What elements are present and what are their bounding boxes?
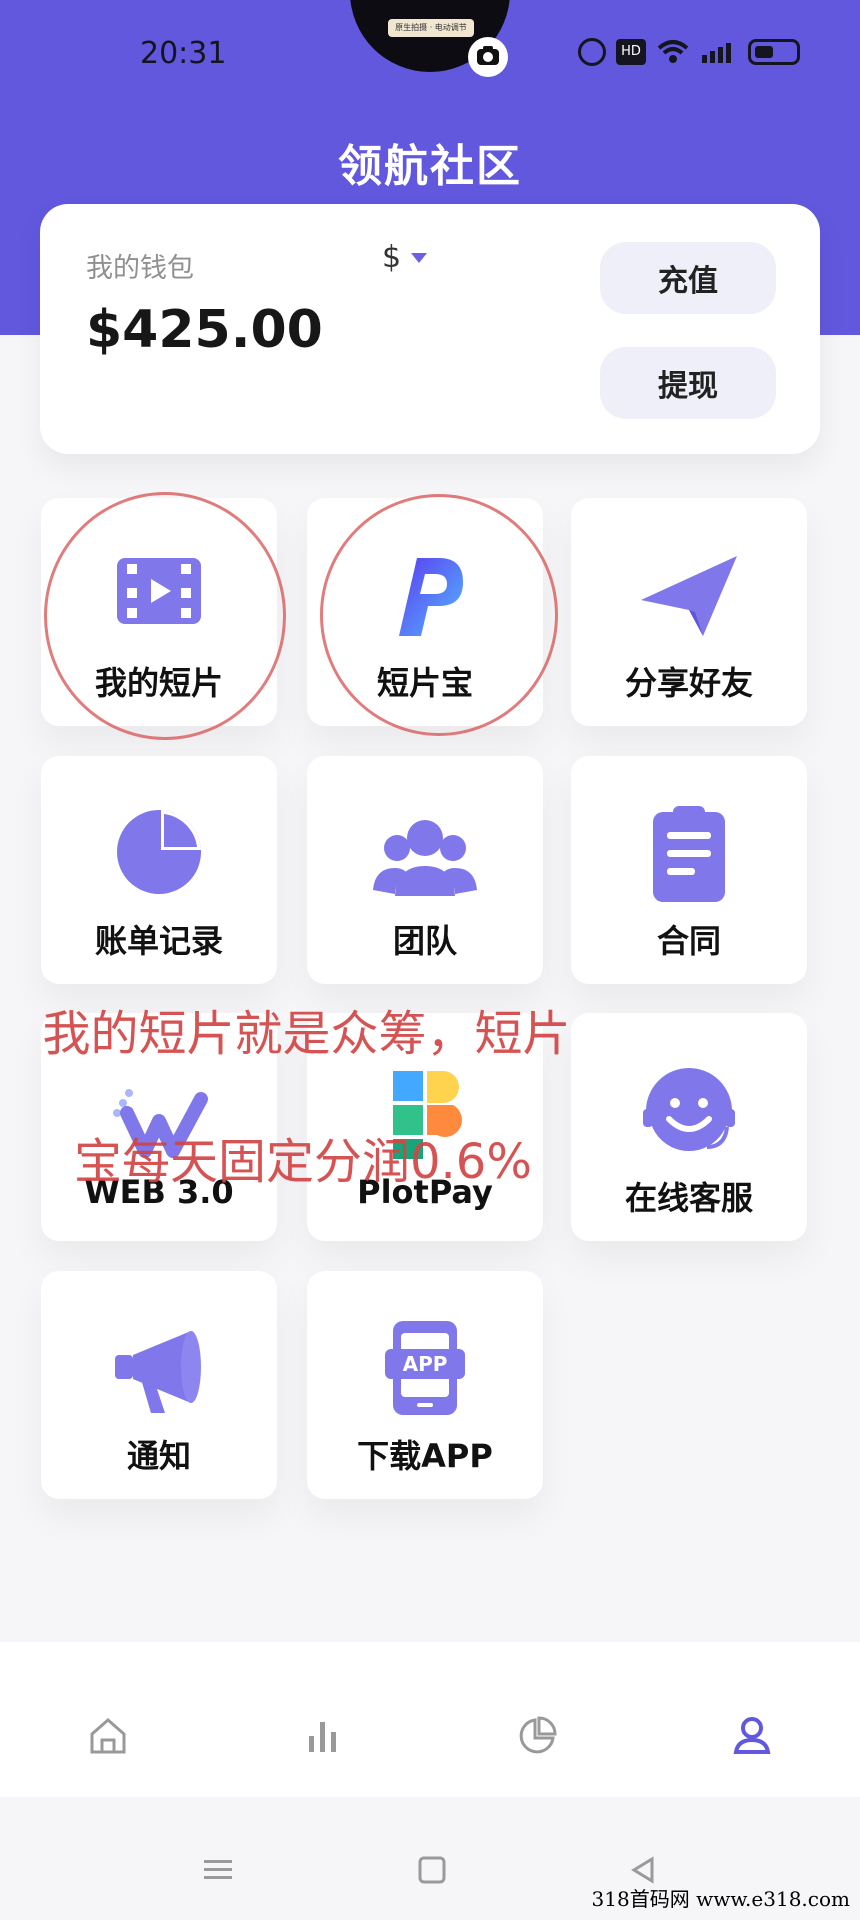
menu-icon[interactable] (200, 1852, 236, 1888)
currency-selector[interactable]: $ (382, 240, 428, 275)
tile-label: 下载APP (357, 1437, 493, 1475)
page-title: 领航社区 (338, 141, 522, 192)
annotation-circle-1 (44, 492, 286, 740)
camera-icon (468, 37, 508, 77)
pie-chart-icon (99, 798, 219, 908)
home-icon[interactable] (86, 1714, 130, 1758)
watermark: 318首码网 www.e318.com (591, 1887, 850, 1911)
system-navbar: 318首码网 www.e318.com (0, 1797, 860, 1920)
clipboard-icon (629, 798, 749, 908)
wifi-icon (656, 39, 690, 65)
tile-share-friends[interactable]: 分享好友 (571, 498, 807, 726)
tile-label: 分享好友 (624, 664, 753, 702)
camera-chip: 原生拍摄 · 电动调节 (388, 19, 474, 37)
wallet-balance: $425.00 (86, 300, 323, 360)
team-icon (365, 798, 485, 908)
tile-download-app[interactable]: APP 下载APP (307, 1271, 543, 1499)
hd-icon: HD (616, 39, 646, 65)
recharge-button[interactable]: 充值 (600, 242, 776, 314)
annotation-line-2: 宝每天固定分润0.6% (74, 1134, 532, 1190)
pie-chart-icon[interactable] (515, 1714, 559, 1758)
bar-chart-icon[interactable] (301, 1714, 345, 1758)
profile-icon[interactable] (730, 1714, 774, 1758)
battery-icon (748, 39, 800, 65)
chevron-down-icon (411, 252, 428, 263)
app-download-icon: APP (365, 1313, 485, 1423)
wallet-label: 我的钱包 (86, 253, 194, 284)
currency-symbol: $ (382, 240, 402, 275)
signal-icon (700, 39, 738, 65)
bottom-tabbar (0, 1642, 860, 1797)
annotation-line-1: 我的短片就是众筹，短片 (42, 1006, 571, 1062)
tile-label: 通知 (126, 1437, 191, 1475)
svg-text:APP: APP (403, 1352, 448, 1376)
alarm-icon (578, 38, 606, 66)
annotation-circle-2 (320, 494, 558, 736)
home-square-icon[interactable] (414, 1852, 450, 1888)
annotation-text: 我的短片就是众筹，短片 宝每天固定分润0.6% (12, 938, 712, 1258)
wallet-card: 我的钱包 $ $425.00 充值 提现 (40, 204, 820, 454)
status-time: 20:31 (140, 36, 227, 71)
megaphone-icon (99, 1313, 219, 1423)
paper-plane-icon (629, 540, 749, 650)
tile-notice[interactable]: 通知 (41, 1271, 277, 1499)
withdraw-button[interactable]: 提现 (600, 347, 776, 419)
status-bar: 20:31 原生拍摄 · 电动调节 HD (0, 0, 860, 110)
